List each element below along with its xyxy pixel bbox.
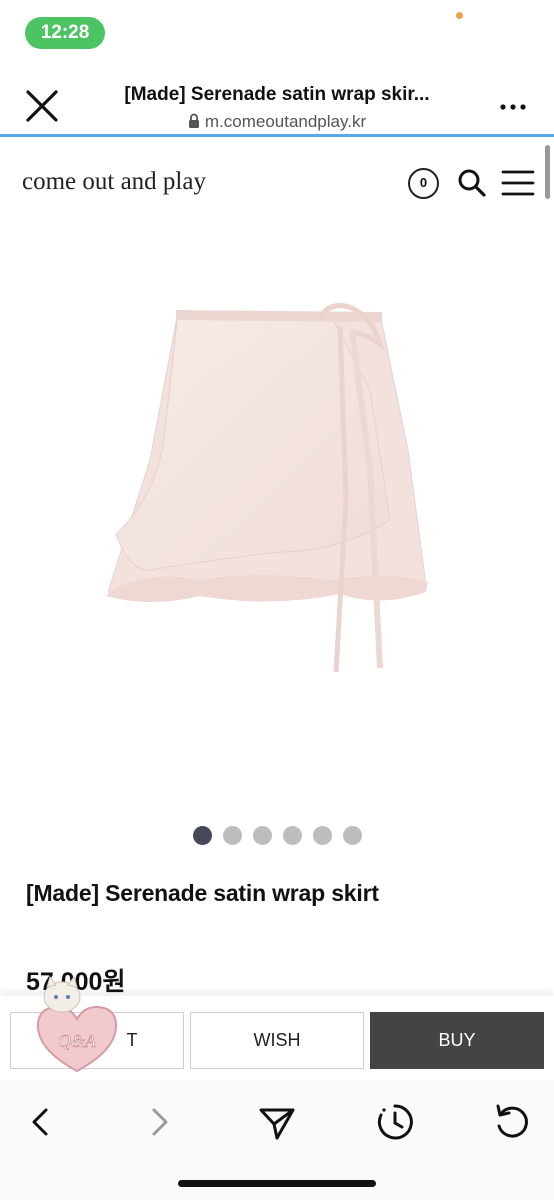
page-title: [Made] Serenade satin wrap skir... (124, 84, 430, 105)
carousel-dot[interactable] (193, 826, 212, 845)
chevron-right-icon (152, 1108, 168, 1136)
close-icon (26, 90, 58, 122)
site-header: come out and play 0 (0, 137, 554, 227)
scrollbar[interactable] (545, 145, 550, 199)
wish-button[interactable]: WISH (190, 1012, 364, 1069)
buy-button[interactable]: BUY (370, 1012, 544, 1069)
carousel-dot[interactable] (343, 826, 362, 845)
page-url: m.comeoutandplay.kr (96, 112, 458, 134)
status-indicator-dot (456, 12, 463, 19)
wrap-skirt-image (106, 303, 428, 673)
product-image[interactable] (90, 290, 450, 690)
menu-button[interactable] (500, 167, 536, 199)
more-icon (500, 104, 526, 110)
qa-sticker-text: Q&A (58, 1031, 97, 1051)
chevron-left-icon (32, 1108, 48, 1136)
search-icon (458, 169, 486, 197)
share-button[interactable] (257, 1102, 297, 1142)
status-bar: 12:28 (0, 0, 554, 62)
image-carousel-dots (193, 826, 362, 846)
qa-sticker[interactable]: Q&A (22, 975, 132, 1075)
cart-button[interactable]: 0 (408, 168, 439, 199)
reload-icon (496, 1104, 528, 1138)
history-button[interactable] (375, 1102, 415, 1142)
search-button[interactable] (456, 167, 488, 199)
home-indicator[interactable] (178, 1180, 376, 1187)
carousel-dot[interactable] (253, 826, 272, 845)
back-button[interactable] (22, 1102, 62, 1142)
close-button[interactable] (22, 86, 62, 126)
browser-header: [Made] Serenade satin wrap skir... m.com… (0, 62, 554, 136)
status-time: 12:28 (25, 17, 105, 49)
product-name: [Made] Serenade satin wrap skirt (26, 880, 379, 906)
carousel-dot[interactable] (313, 826, 332, 845)
send-icon (259, 1108, 295, 1140)
history-clock-icon (377, 1104, 413, 1140)
url-text: m.comeoutandplay.kr (204, 112, 367, 131)
reload-button[interactable] (492, 1102, 532, 1142)
hamburger-menu-icon (501, 170, 535, 196)
more-options-button[interactable] (496, 92, 530, 122)
site-logo[interactable]: come out and play (22, 168, 206, 196)
carousel-dot[interactable] (283, 826, 302, 845)
carousel-dot[interactable] (223, 826, 242, 845)
lock-icon (188, 113, 200, 134)
forward-button[interactable] (140, 1102, 180, 1142)
